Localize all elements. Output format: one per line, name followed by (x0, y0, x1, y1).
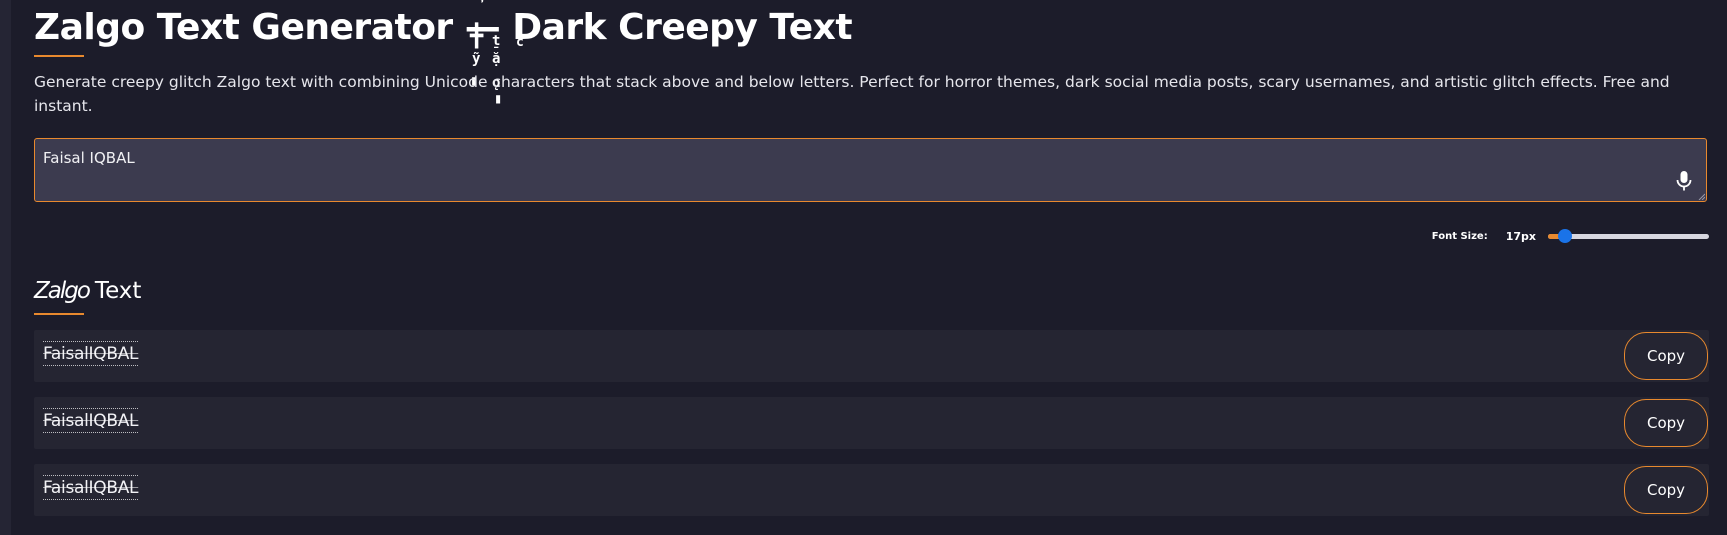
section-heading: Zalgo Text (34, 276, 141, 306)
copy-button[interactable]: Copy (1624, 466, 1708, 514)
title-underline (34, 55, 84, 57)
page-description: Generate creepy glitch Zalgo text with c… (34, 73, 1670, 115)
slider-track[interactable] (1548, 234, 1709, 239)
font-size-control: Font Size: 17px (1432, 228, 1709, 244)
copy-button[interactable]: Copy (1624, 399, 1708, 447)
font-size-label: Font Size: (1431, 230, 1488, 242)
result-text: FaisalIQBAL (43, 408, 139, 433)
text-input-value[interactable]: Faisal IQBAL (43, 149, 135, 167)
microphone-icon[interactable] (1674, 169, 1694, 193)
section-underline (34, 313, 84, 315)
font-size-slider[interactable] (1548, 228, 1709, 244)
result-row: FaisalIQBAL Copy (34, 397, 1709, 449)
resize-grip-icon[interactable] (1698, 193, 1705, 200)
slider-thumb[interactable] (1558, 229, 1572, 243)
result-row: FaisalIQBAL Copy (34, 464, 1709, 516)
result-text: FaisalIQBAL (43, 341, 139, 366)
left-rail (0, 0, 11, 535)
font-size-value: 17px (1505, 229, 1536, 243)
page-title: Zalgo Text Generator — Dark Creepy Text (34, 7, 853, 48)
section-heading-rest: Text (94, 278, 142, 304)
result-text: FaisalIQBAL (43, 475, 139, 500)
copy-button[interactable]: Copy (1624, 332, 1708, 380)
text-input-area[interactable]: Faisal IQBAL (34, 138, 1707, 202)
result-row: FaisalIQBAL Copy (34, 330, 1709, 382)
section-heading-zalgo: Zalgo (34, 278, 91, 304)
